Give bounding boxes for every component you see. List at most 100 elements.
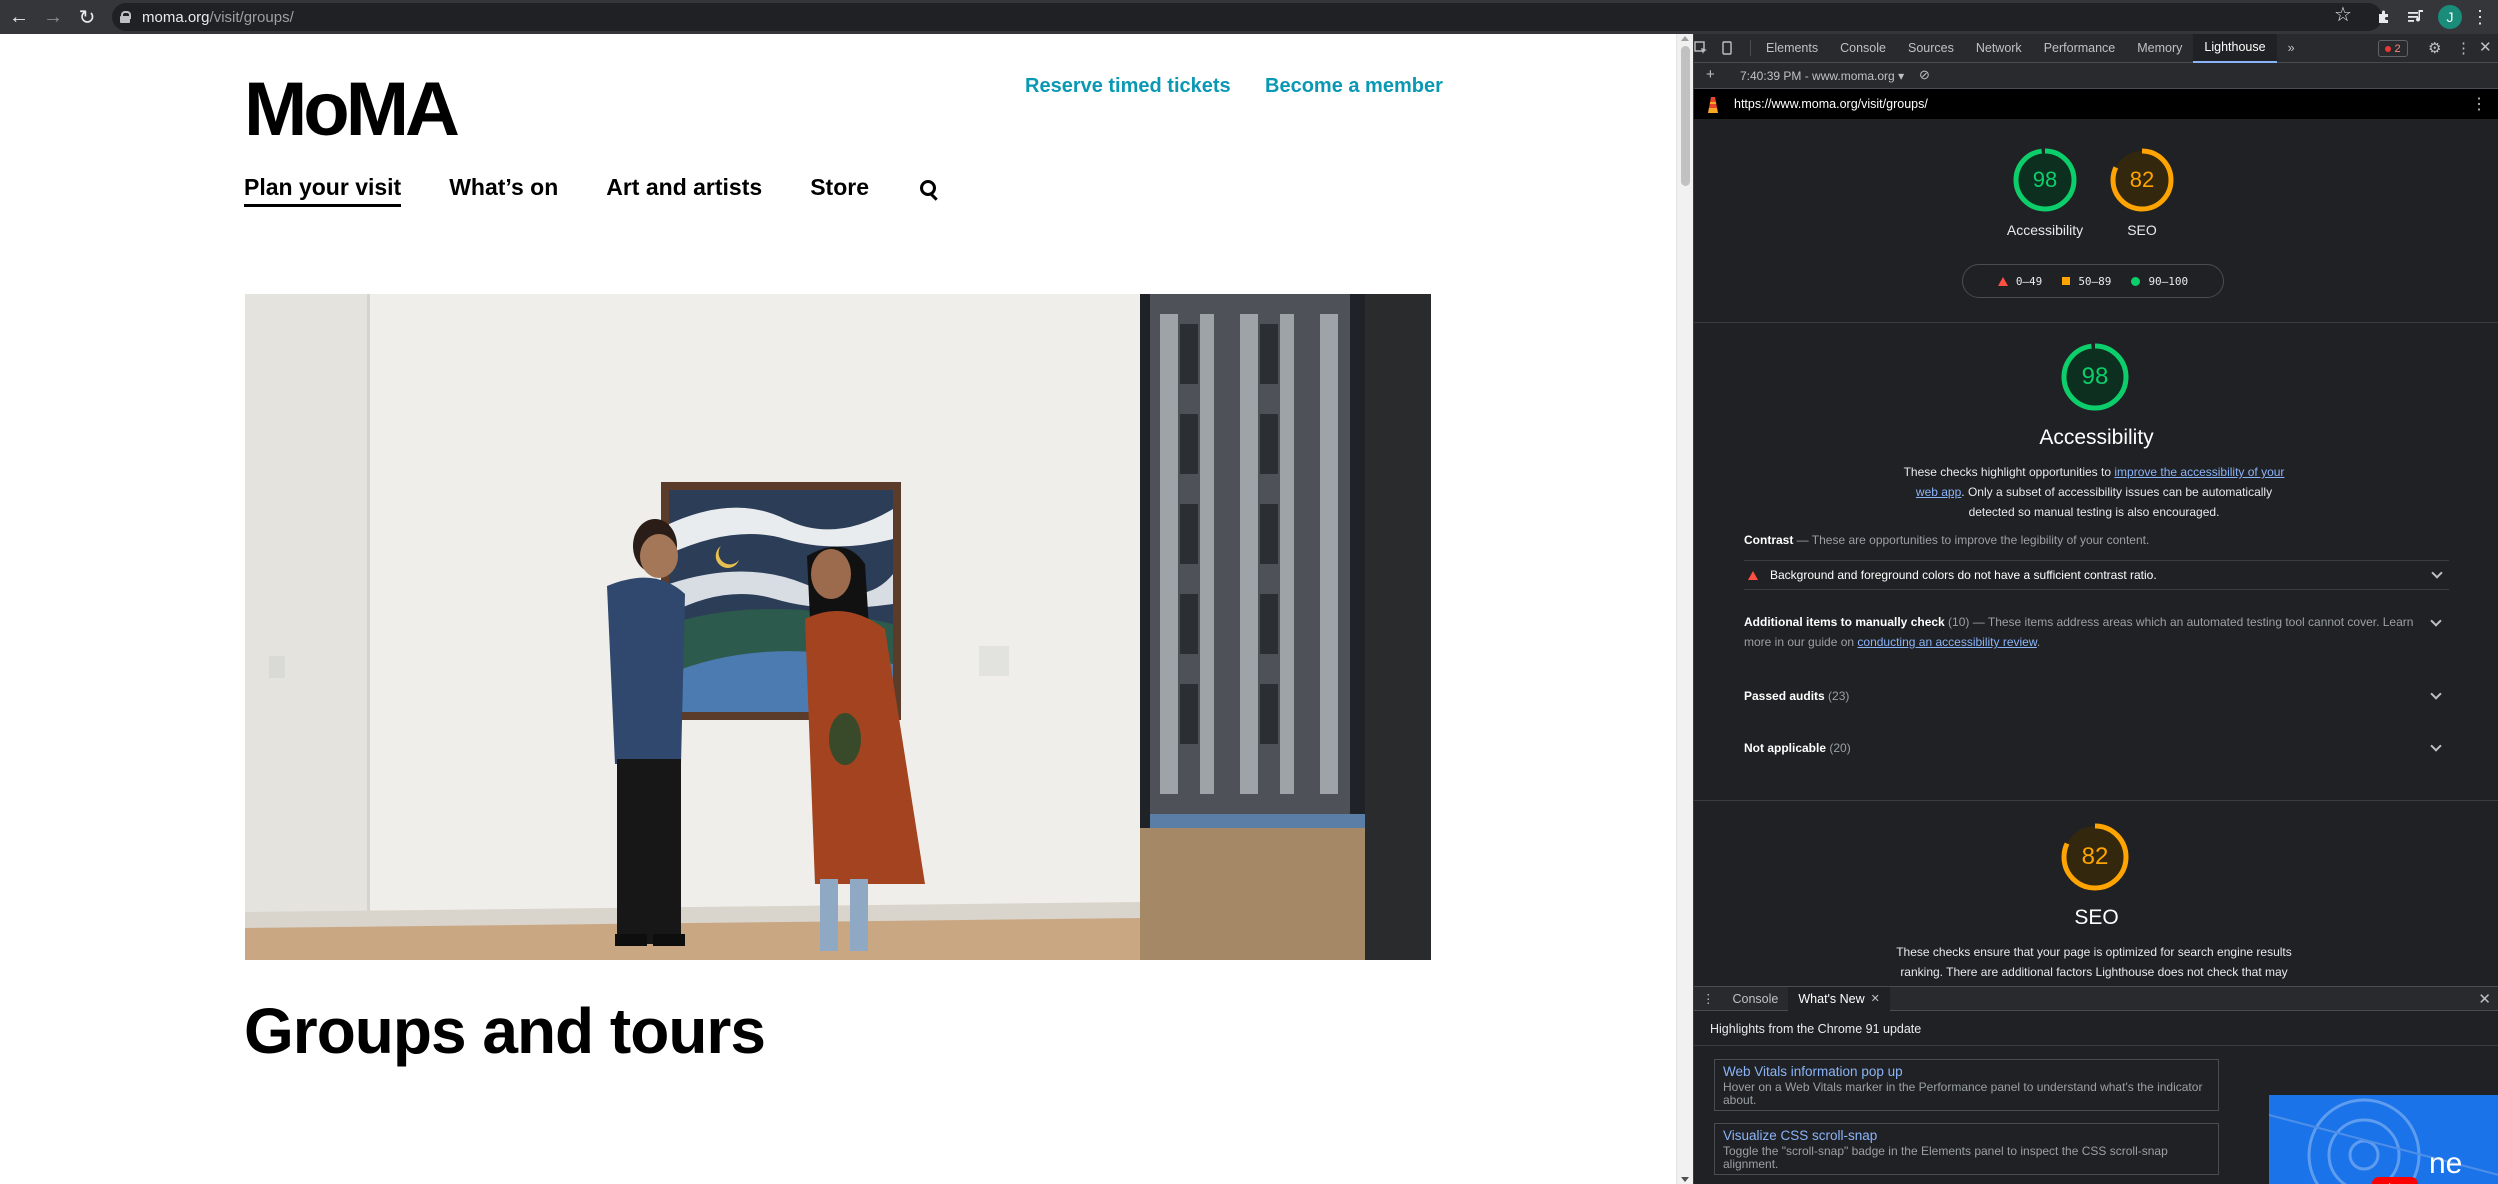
settings-gear-icon[interactable]: ⚙ [2428, 39, 2441, 57]
forward-icon[interactable]: → [38, 2, 68, 32]
drawer-tab-console[interactable]: Console [1723, 987, 1789, 1011]
accessibility-score-gauge[interactable]: 98 [2012, 147, 2078, 213]
scroll-down-arrow[interactable] [1681, 1177, 1689, 1182]
video-caption: ne [2429, 1147, 2463, 1180]
manual-checks-title: Additional items to manually check [1744, 615, 1945, 629]
browser-toolbar: ← → ↻ moma.org/visit/groups/ ☆ J ⋮ [0, 0, 2498, 34]
tab-sources[interactable]: Sources [1897, 34, 1965, 63]
device-toolbar-icon[interactable] [1720, 34, 1746, 63]
extensions-icon[interactable] [2372, 5, 2396, 29]
lighthouse-toolbar: + 7:40:39 PM - www.moma.org ▾ ⊘ [1694, 63, 2498, 89]
contrast-title: Contrast [1744, 533, 1794, 547]
more-tabs-icon[interactable]: » [2277, 34, 2306, 63]
manual-checks-count: (10) [1944, 615, 1970, 629]
circle-icon [2131, 276, 2141, 286]
whats-new-video-thumbnail[interactable]: ne [2269, 1095, 2498, 1184]
not-applicable-group[interactable]: Not applicable (20) [1744, 738, 2444, 758]
reload-icon[interactable]: ↻ [72, 2, 102, 32]
legend-pass: 90–100 [2131, 275, 2188, 288]
seo-title: SEO [2074, 906, 2119, 929]
page-title: Groups and tours [244, 995, 766, 1067]
close-drawer-icon[interactable]: ✕ [2478, 990, 2491, 1008]
triangle-icon [1997, 276, 2008, 286]
tab-performance[interactable]: Performance [2033, 34, 2127, 63]
moma-logo[interactable]: MoMA [244, 72, 460, 148]
accessibility-description: These checks highlight opportunities to … [1894, 462, 2294, 522]
seo-big-gauge: 82 [2060, 822, 2130, 892]
tab-network[interactable]: Network [1965, 34, 2033, 63]
report-selector[interactable]: 7:40:39 PM - www.moma.org ▾ [1740, 69, 1904, 83]
chevron-down-icon[interactable] [2431, 567, 2443, 579]
seo-big-score: 82 [2081, 843, 2109, 870]
search-icon[interactable] [917, 178, 939, 200]
nav-store[interactable]: Store [810, 174, 869, 207]
legend-fail: 0–49 [1997, 274, 2043, 288]
seo-score-gauge[interactable]: 82 [2109, 147, 2175, 213]
manual-checks-group[interactable]: Additional items to manually check (10) … [1744, 612, 2449, 652]
url-host: moma.org [142, 8, 210, 26]
news-card-title[interactable]: Visualize CSS scroll-snap [1723, 1127, 2210, 1145]
issues-badge[interactable]: 2 [2378, 40, 2408, 57]
nav-whats-on[interactable]: What’s on [449, 174, 558, 207]
accessibility-desc-after: . Only a subset of accessibility issues … [1961, 485, 2273, 519]
profile-avatar[interactable]: J [2438, 5, 2462, 29]
new-report-icon[interactable]: + [1706, 66, 1715, 83]
nav-art-and-artists[interactable]: Art and artists [606, 174, 762, 207]
tab-console[interactable]: Console [1829, 34, 1897, 63]
score-legend: 0–49 50–89 90–100 [1962, 264, 2224, 298]
accessibility-big-score: 98 [2081, 363, 2109, 390]
close-tab-icon[interactable]: ✕ [1871, 992, 1880, 1005]
drawer-menu-icon[interactable]: ⋮ [1694, 987, 1723, 1011]
chrome-menu-icon[interactable]: ⋮ [2468, 5, 2492, 29]
news-card-desc: Toggle the "scroll-snap" badge in the El… [1723, 1144, 2168, 1171]
legend-average: 50–89 [2062, 275, 2111, 288]
back-icon[interactable]: ← [4, 2, 34, 32]
devtools-drawer: ⋮ Console What's New ✕ ✕ Highlights from … [1694, 986, 2498, 1184]
not-applicable-count: (20) [1826, 741, 1851, 755]
media-queue-icon[interactable] [2404, 5, 2428, 29]
drawer-tab-whats-new[interactable]: What's New ✕ [1788, 986, 1890, 1011]
passed-audits-title: Passed audits [1744, 689, 1825, 703]
devtools-menu-icon[interactable]: ⋮ [2456, 39, 2471, 57]
inspect-element-icon[interactable] [1694, 34, 1720, 63]
seo-score: 82 [2129, 167, 2155, 192]
accessibility-desc-before: These checks highlight opportunities to [1903, 465, 2115, 479]
drawer-tab-whats-new-label: What's New [1798, 991, 1865, 1006]
accessibility-title: Accessibility [2039, 426, 2154, 449]
bookmark-star-icon[interactable]: ☆ [2334, 2, 2352, 27]
accessibility-score: 98 [2032, 167, 2058, 192]
become-member-link[interactable]: Become a member [1265, 75, 1443, 98]
clear-reports-icon[interactable]: ⊘ [1919, 67, 1930, 83]
issues-count: 2 [2394, 42, 2401, 55]
legend-fail-range: 0–49 [2015, 274, 2043, 288]
accessibility-review-link[interactable]: conducting an accessibility review [1857, 635, 2036, 649]
news-card[interactable]: Visualize CSS scroll-snap Toggle the "sc… [1714, 1123, 2219, 1175]
passed-audits-count: (23) [1824, 689, 1850, 703]
legend-pass-range: 90–100 [2148, 274, 2189, 288]
scroll-up-arrow[interactable] [1681, 36, 1689, 41]
drawer-divider [1694, 1045, 2498, 1046]
main-nav: Plan your visit What’s on Art and artist… [244, 174, 939, 207]
address-bar[interactable]: moma.org/visit/groups/ [112, 3, 2382, 31]
web-page: MoMA Reserve timed tickets Become a memb… [0, 34, 1676, 1184]
scroll-thumb[interactable] [1681, 46, 1690, 186]
devtools-panel: Elements Console Sources Network Perform… [1693, 33, 2498, 1184]
tab-lighthouse[interactable]: Lighthouse [2193, 33, 2277, 63]
news-card-title[interactable]: Web Vitals information pop up [1723, 1063, 2210, 1081]
report-menu-icon[interactable]: ⋮ [2471, 94, 2487, 114]
close-devtools-icon[interactable]: ✕ [2479, 38, 2492, 56]
tab-elements[interactable]: Elements [1755, 34, 1829, 63]
contrast-audit-row[interactable]: Background and foreground colors do not … [1744, 560, 2449, 590]
reserve-tickets-link[interactable]: Reserve timed tickets [1025, 75, 1231, 98]
passed-audits-group[interactable]: Passed audits (23) [1744, 686, 2444, 706]
page-scrollbar[interactable] [1676, 34, 1693, 1184]
section-divider [1694, 800, 2498, 801]
tab-memory[interactable]: Memory [2126, 34, 2193, 63]
seo-label: SEO [2127, 222, 2157, 238]
error-dot-icon [2385, 45, 2392, 52]
nav-plan-your-visit[interactable]: Plan your visit [244, 174, 402, 207]
section-divider [1694, 322, 2498, 323]
not-applicable-title: Not applicable [1744, 741, 1827, 755]
news-card[interactable]: Web Vitals information pop up Hover on a… [1714, 1059, 2219, 1111]
whats-new-heading: Highlights from the Chrome 91 update [1710, 1022, 1922, 1036]
